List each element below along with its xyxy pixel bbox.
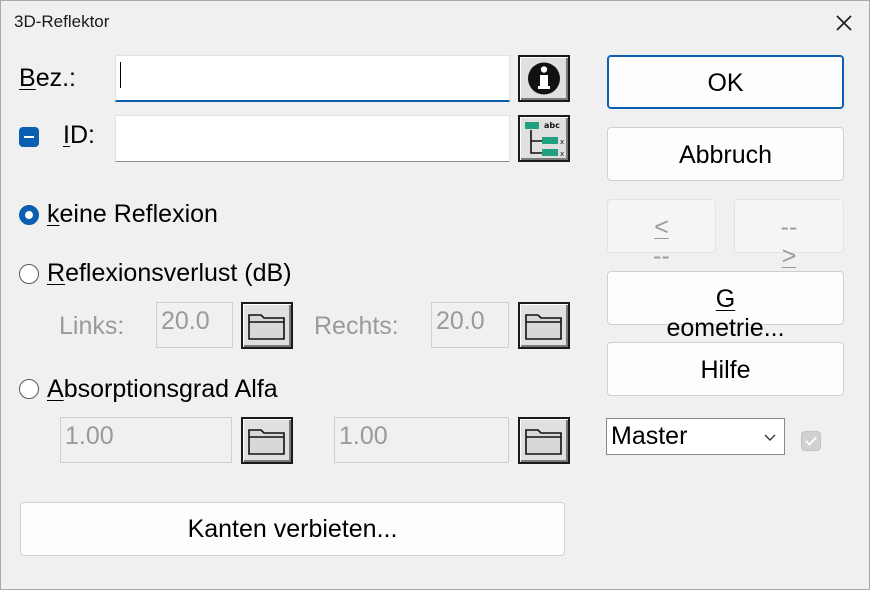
absorptionsgrad-label[interactable]: Absorptionsgrad Alfa xyxy=(47,375,278,404)
svg-text:abc: abc xyxy=(544,121,560,130)
kanten-verbieten-label: Kanten verbieten... xyxy=(187,515,398,543)
info-button[interactable] xyxy=(518,55,570,102)
links-input[interactable]: 20.0 xyxy=(156,302,233,348)
ok-button[interactable]: OK xyxy=(607,55,844,109)
links-label: Links: xyxy=(59,312,125,340)
folder-icon xyxy=(248,314,285,340)
svg-text:x: x xyxy=(560,138,564,146)
master-dropdown[interactable]: Master xyxy=(606,418,785,455)
radio-keine-reflexion[interactable] xyxy=(19,205,39,225)
master-dropdown-value: Master xyxy=(611,422,688,450)
rechts-input[interactable]: 20.0 xyxy=(431,302,509,348)
title-bar: 3D-Reflektor xyxy=(1,1,869,45)
folder-icon xyxy=(248,429,285,455)
geometrie-label: Geometrie... xyxy=(666,285,785,342)
abbruch-label: Abbruch xyxy=(678,141,773,169)
radio-absorptionsgrad[interactable] xyxy=(19,379,39,399)
absorption-input-2[interactable]: 1.00 xyxy=(334,417,509,463)
geometrie-button[interactable]: Geometrie... xyxy=(607,271,844,342)
chevron-down-icon xyxy=(764,434,776,441)
id-tree-icon: abc x x xyxy=(525,121,564,158)
absorption-folder-button-1[interactable] xyxy=(241,417,293,464)
links-folder-button[interactable] xyxy=(241,302,293,349)
checkmark-icon xyxy=(805,436,817,446)
id-tree-button[interactable]: abc x x xyxy=(518,115,570,162)
dialog-window: 3D-Reflektor Bez.: ID: abc x x keine Ref… xyxy=(0,0,870,590)
bez-label: Bez.: xyxy=(19,64,76,92)
close-button[interactable] xyxy=(823,5,865,41)
absorption-folder-button-2[interactable] xyxy=(518,417,570,464)
bez-input[interactable] xyxy=(115,55,510,102)
hilfe-label: Hilfe xyxy=(700,356,751,384)
folder-icon xyxy=(525,429,562,455)
id-input[interactable] xyxy=(115,115,510,162)
master-checkbox[interactable] xyxy=(801,431,821,451)
id-checkbox[interactable] xyxy=(19,127,39,147)
prev-button[interactable]: < -- xyxy=(607,199,716,270)
abbruch-button[interactable]: Abbruch xyxy=(607,127,844,181)
id-label: ID: xyxy=(63,121,95,149)
kanten-verbieten-button[interactable]: Kanten verbieten... xyxy=(20,502,565,556)
svg-text:x: x xyxy=(560,150,564,158)
hilfe-button[interactable]: Hilfe xyxy=(607,342,844,396)
next-button[interactable]: -- > xyxy=(734,199,844,270)
ok-label: OK xyxy=(707,69,744,97)
window-title: 3D-Reflektor xyxy=(14,12,110,31)
reflexionsverlust-label[interactable]: Reflexionsverlust (dB) xyxy=(47,259,292,288)
rechts-folder-button[interactable] xyxy=(518,302,570,349)
radio-reflexionsverlust[interactable] xyxy=(19,264,39,284)
rechts-label: Rechts: xyxy=(314,312,399,340)
next-label: -- > xyxy=(780,213,798,270)
absorption-input-1[interactable]: 1.00 xyxy=(60,417,232,463)
text-caret xyxy=(120,62,121,88)
close-icon xyxy=(836,15,852,31)
prev-label: < -- xyxy=(653,213,670,270)
folder-icon xyxy=(525,314,562,340)
info-icon xyxy=(528,62,560,95)
keine-reflexion-label[interactable]: keine Reflexion xyxy=(47,200,218,229)
